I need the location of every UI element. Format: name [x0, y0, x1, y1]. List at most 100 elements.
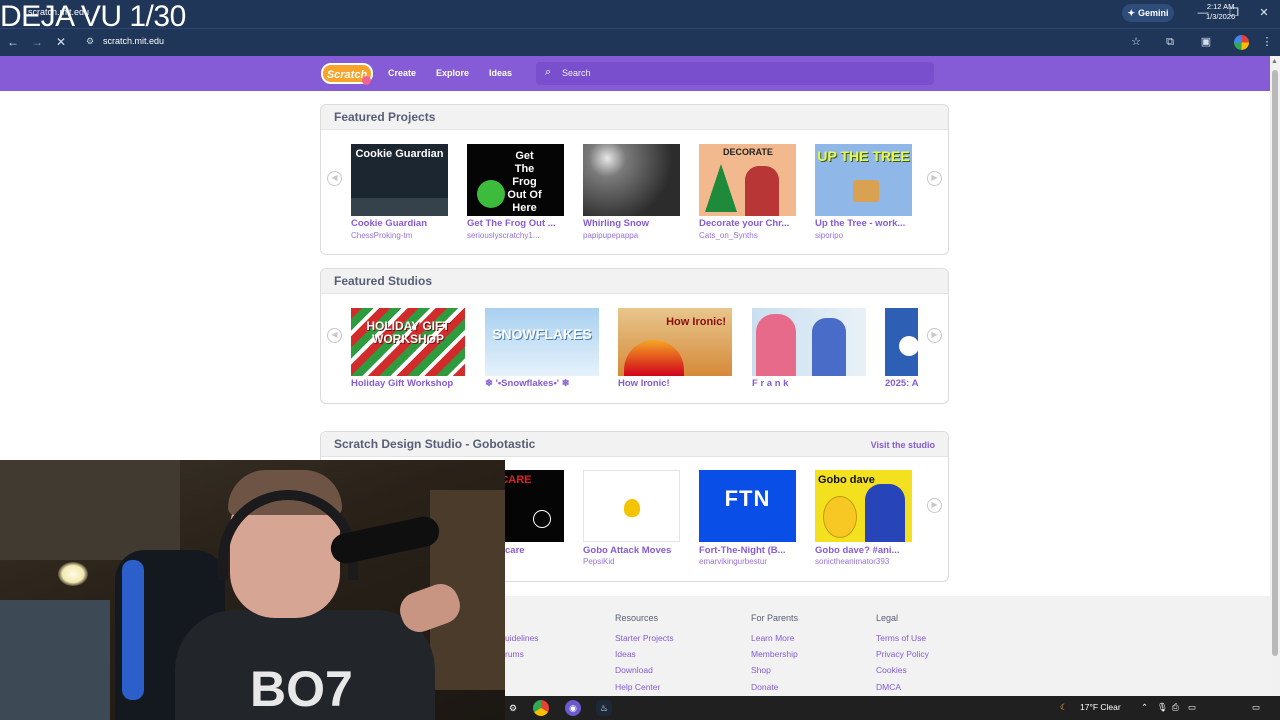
url-field[interactable]: scratch.mit.edu	[103, 36, 164, 46]
project-author[interactable]: siporipo	[815, 231, 912, 240]
project-title[interactable]: Decorate your Chr...	[699, 218, 796, 229]
settings-gear-icon[interactable]: ⚙	[505, 700, 521, 716]
microphone-tray-icon[interactable]: 🎙	[1157, 702, 1168, 713]
carousel-right-arrow-icon[interactable]: ▶	[927, 328, 942, 343]
nav-ideas[interactable]: Ideas	[489, 68, 512, 78]
footer-link[interactable]: Cookies	[876, 665, 907, 675]
network-icon[interactable]: ▭	[1188, 702, 1196, 713]
carousel-right-arrow-icon[interactable]: ▶	[927, 171, 942, 186]
taskbar-clock[interactable]: 2:12 AM 1/3/2026	[1206, 2, 1235, 22]
project-author[interactable]: emarvikingurbestur	[699, 557, 796, 566]
project-thumbnail[interactable]: SCARE	[505, 470, 564, 542]
nav-explore[interactable]: Explore	[436, 68, 469, 78]
clock-time: 2:12 AM	[1206, 2, 1235, 11]
printer-icon[interactable]: ⎙	[1172, 702, 1179, 713]
extensions-icon[interactable]: ⧉	[1162, 34, 1178, 50]
site-info-icon[interactable]: ⚙	[86, 36, 94, 47]
project-thumbnail[interactable]: Gobo dave	[815, 470, 912, 542]
scroll-up-icon[interactable]: ▲	[1271, 58, 1278, 65]
bookmark-star-icon[interactable]: ☆	[1128, 34, 1144, 50]
steam-icon[interactable]: ♨	[596, 700, 612, 716]
studio-title[interactable]: ❄ '•Snowflakes•' ❄	[485, 378, 599, 389]
project-thumbnail[interactable]: UP THE TREE	[815, 144, 912, 216]
page-scrollbar[interactable]: ▲	[1270, 56, 1280, 696]
visit-studio-link[interactable]: Visit the studio	[871, 440, 935, 450]
footer-link[interactable]: rums	[505, 649, 524, 659]
studio-thumbnail[interactable]: SNOWFLAKES	[485, 308, 599, 376]
stop-icon[interactable]: ✕	[53, 34, 69, 50]
project-author[interactable]: Cats_on_Synths	[699, 231, 796, 240]
nav-create[interactable]: Create	[388, 68, 416, 78]
forward-icon[interactable]: →	[29, 34, 45, 50]
footer-link[interactable]: Privacy Policy	[876, 649, 929, 659]
project-title[interactable]: care	[505, 545, 564, 556]
featured-projects-header: Featured Projects	[321, 105, 948, 130]
footer-link[interactable]: Learn More	[751, 633, 794, 643]
project-title[interactable]: Fort-The-Night (B...	[699, 545, 796, 556]
project-author[interactable]: ChessProking-tm	[351, 231, 448, 240]
project-thumbnail[interactable]	[583, 144, 680, 216]
studio-thumbnail[interactable]	[752, 308, 866, 376]
thumb-text: DECORATE	[723, 147, 773, 157]
close-icon[interactable]: ✕	[1255, 4, 1273, 22]
project-author[interactable]: seriouslyscratchy1...	[467, 231, 564, 240]
project-thumbnail[interactable]: Get The Frog Out Of Here	[467, 144, 564, 216]
profile-avatar-icon[interactable]	[1234, 35, 1249, 50]
studio-thumbnail[interactable]: How Ironic!	[618, 308, 732, 376]
footer-heading: Resources	[615, 613, 659, 623]
footer-link[interactable]: Starter Projects	[615, 633, 674, 643]
project-author[interactable]: sonictheanimator393	[815, 557, 912, 566]
project-title[interactable]: Get The Frog Out ...	[467, 218, 564, 229]
project-title[interactable]: Up the Tree - work...	[815, 218, 912, 229]
project-title[interactable]: Gobo dave? #ani...	[815, 545, 912, 556]
project-title[interactable]: Gobo Attack Moves	[583, 545, 680, 556]
footer-link[interactable]: Download	[615, 665, 653, 675]
project-thumbnail[interactable]: Cookie Guardian	[351, 144, 448, 216]
chevron-up-icon[interactable]: ⌃	[1141, 702, 1148, 713]
studio-title[interactable]: Holiday Gift Workshop	[351, 378, 465, 389]
cam-light-icon	[58, 562, 88, 586]
scroll-thumb[interactable]	[1272, 70, 1278, 656]
carousel-left-arrow-icon[interactable]: ◀	[327, 171, 342, 186]
thumb-text: FTN	[724, 486, 771, 511]
gemini-button[interactable]: ✦ Gemini	[1122, 4, 1174, 22]
notification-icon[interactable]: ▭	[1252, 702, 1260, 713]
screen: scratch.mit.edu ✦ Gemini — ❐ ✕ DEJA VU 1…	[0, 0, 1280, 720]
moon-weather-icon[interactable]: ☾	[1060, 702, 1068, 713]
search-input[interactable]: ⌕ Search	[536, 62, 934, 85]
cam-chair-trim	[122, 560, 144, 700]
search-icon: ⌕	[545, 66, 552, 78]
carousel-left-arrow-icon[interactable]: ◀	[327, 328, 342, 343]
weather-text[interactable]: 17°F Clear	[1080, 702, 1121, 712]
footer-link[interactable]: uidelines	[505, 633, 539, 643]
clock-date: 1/3/2026	[1206, 12, 1236, 21]
footer-link[interactable]: DMCA	[876, 682, 901, 692]
footer-link[interactable]: Terms of Use	[876, 633, 926, 643]
screen-share-icon[interactable]: ▣	[1198, 34, 1214, 50]
footer-link[interactable]: Help Center	[615, 682, 660, 692]
menu-kebab-icon[interactable]: ⋮	[1259, 34, 1275, 50]
project-author[interactable]: papipupepappa	[583, 231, 680, 240]
project-thumbnail[interactable]	[583, 470, 680, 542]
carousel-right-arrow-icon[interactable]: ▶	[927, 498, 942, 513]
project-thumbnail[interactable]: DECORATE	[699, 144, 796, 216]
studio-title[interactable]: 2025: A	[885, 378, 918, 389]
studio-thumbnail[interactable]: HOLIDAY GIFT WORKSHOP	[351, 308, 465, 376]
project-thumbnail[interactable]: FTN	[699, 470, 796, 542]
footer-link[interactable]: Donate	[751, 682, 778, 692]
project-title[interactable]: Cookie Guardian	[351, 218, 448, 229]
studio-thumbnail[interactable]	[885, 308, 918, 376]
footer-link[interactable]: Ideas	[615, 649, 636, 659]
back-icon[interactable]: ←	[5, 34, 21, 50]
project-author[interactable]: PepsiKid	[583, 557, 680, 566]
chrome-icon[interactable]	[533, 700, 549, 716]
studio-title[interactable]: How Ironic!	[618, 378, 732, 389]
cam-shelf	[0, 600, 110, 720]
project-title[interactable]: Whirling Snow	[583, 218, 680, 229]
footer-link[interactable]: Shop	[751, 665, 771, 675]
footer-link[interactable]: Membership	[751, 649, 798, 659]
featured-studios-title: Featured Studios	[334, 274, 433, 288]
discord-icon[interactable]: ◉	[565, 700, 581, 716]
studio-title[interactable]: F r a n k	[752, 378, 866, 389]
design-studio-title: Scratch Design Studio - Gobotastic	[334, 437, 536, 451]
